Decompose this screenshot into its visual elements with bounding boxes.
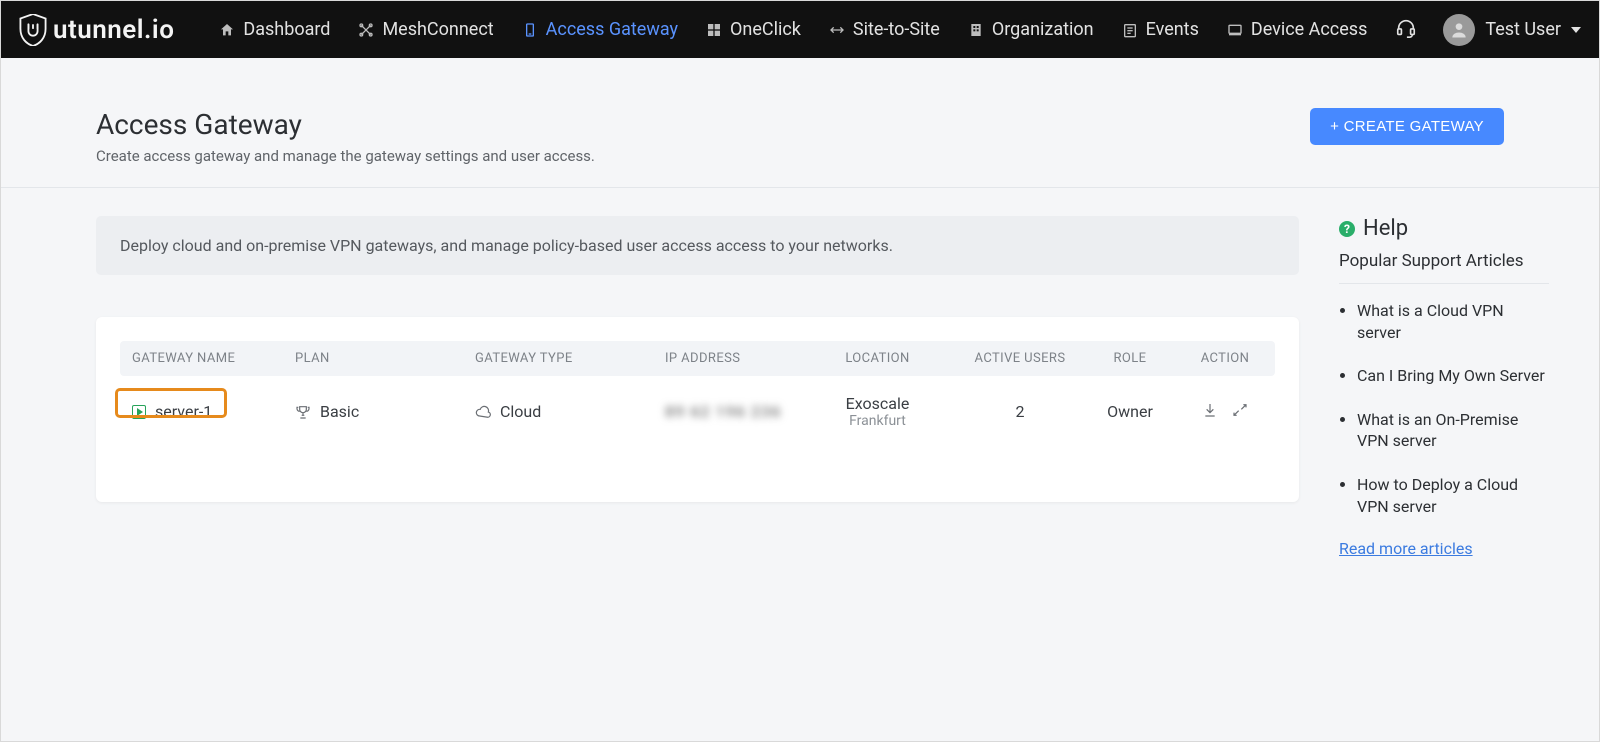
nav-device-access[interactable]: Device Access xyxy=(1227,2,1367,57)
cloud-icon xyxy=(475,404,491,420)
cell-plan: Basic xyxy=(285,402,465,421)
cell-gateway-type: Cloud xyxy=(465,402,655,421)
headset-icon[interactable] xyxy=(1395,17,1417,43)
shield-logo-icon xyxy=(19,14,47,46)
gateway-table: GATEWAY NAME PLAN GATEWAY TYPE IP ADDRES… xyxy=(96,317,1299,502)
nav-label: Access Gateway xyxy=(546,19,678,40)
th-location: LOCATION xyxy=(800,351,955,366)
nav-organization[interactable]: Organization xyxy=(968,2,1094,57)
th-plan: PLAN xyxy=(285,351,465,366)
type-text: Cloud xyxy=(500,402,541,421)
gateway-name-text: server-1 xyxy=(155,402,212,421)
gateway-icon xyxy=(522,22,538,38)
nav-label: Device Access xyxy=(1251,19,1367,40)
location-region: Frankfurt xyxy=(810,413,945,429)
read-more-link[interactable]: Read more articles xyxy=(1339,539,1473,558)
content-area: Deploy cloud and on-premise VPN gateways… xyxy=(1,188,1599,558)
page-header: Access Gateway Create access gateway and… xyxy=(1,58,1599,188)
trophy-icon xyxy=(295,404,311,420)
nav-label: OneClick xyxy=(730,19,801,40)
nav-label: Organization xyxy=(992,19,1094,40)
cell-ip-address: 89 62 196 236 xyxy=(655,402,800,421)
home-icon xyxy=(219,22,235,38)
location-provider: Exoscale xyxy=(810,394,945,413)
user-name: Test User xyxy=(1485,19,1561,40)
nav-site-to-site[interactable]: Site-to-Site xyxy=(829,2,940,57)
nav-meshconnect[interactable]: MeshConnect xyxy=(358,2,493,57)
nav-label: Events xyxy=(1146,19,1199,40)
oneclick-icon xyxy=(706,22,722,38)
user-menu[interactable]: Test User xyxy=(1443,14,1581,46)
events-icon xyxy=(1122,22,1138,38)
nav-oneclick[interactable]: OneClick xyxy=(706,2,801,57)
page-title: Access Gateway xyxy=(96,108,595,141)
caret-down-icon xyxy=(1571,27,1581,33)
help-sidebar: ? Help Popular Support Articles What is … xyxy=(1339,216,1549,558)
ip-text: 89 62 196 236 xyxy=(665,402,781,421)
sitetosite-icon xyxy=(829,22,845,38)
organization-icon xyxy=(968,22,984,38)
top-navbar: utunnel.io Dashboard MeshConnect Access … xyxy=(1,1,1599,58)
table-row[interactable]: server-1 Basic Cloud 89 62 196 236 Exosc… xyxy=(120,376,1275,447)
help-article[interactable]: How to Deploy a Cloud VPN server xyxy=(1357,474,1549,517)
table-header-row: GATEWAY NAME PLAN GATEWAY TYPE IP ADDRES… xyxy=(120,341,1275,376)
avatar-icon xyxy=(1443,14,1475,46)
topbar-right: Test User xyxy=(1395,14,1581,46)
main-column: Deploy cloud and on-premise VPN gateways… xyxy=(96,216,1299,558)
nav-label: Dashboard xyxy=(243,19,330,40)
nav-label: Site-to-Site xyxy=(853,19,940,40)
primary-nav: Dashboard MeshConnect Access Gateway One… xyxy=(219,2,1367,57)
help-header: ? Help xyxy=(1339,216,1549,241)
th-action: ACTION xyxy=(1175,351,1275,366)
help-subtitle: Popular Support Articles xyxy=(1339,251,1549,284)
mesh-icon xyxy=(358,22,374,38)
help-article[interactable]: Can I Bring My Own Server xyxy=(1357,365,1549,387)
info-banner: Deploy cloud and on-premise VPN gateways… xyxy=(96,216,1299,275)
nav-label: MeshConnect xyxy=(382,19,493,40)
help-title: Help xyxy=(1363,216,1408,241)
th-role: ROLE xyxy=(1085,351,1175,366)
plan-text: Basic xyxy=(320,402,359,421)
help-article[interactable]: What is an On-Premise VPN server xyxy=(1357,409,1549,452)
redeploy-icon[interactable] xyxy=(1232,402,1248,422)
help-article-list: What is a Cloud VPN server Can I Bring M… xyxy=(1339,300,1549,517)
help-icon: ? xyxy=(1339,221,1355,237)
th-gateway-type: GATEWAY TYPE xyxy=(465,351,655,366)
status-running-icon xyxy=(132,405,146,419)
cell-gateway-name[interactable]: server-1 xyxy=(120,402,285,421)
download-icon[interactable] xyxy=(1202,402,1218,422)
th-active-users: ACTIVE USERS xyxy=(955,351,1085,366)
th-ip-address: IP ADDRESS xyxy=(655,351,800,366)
help-article[interactable]: What is a Cloud VPN server xyxy=(1357,300,1549,343)
cell-active-users: 2 xyxy=(955,402,1085,421)
nav-access-gateway[interactable]: Access Gateway xyxy=(522,2,678,57)
create-gateway-button[interactable]: + CREATE GATEWAY xyxy=(1310,108,1504,145)
deviceaccess-icon xyxy=(1227,22,1243,38)
cell-actions xyxy=(1175,402,1275,422)
cell-location: Exoscale Frankfurt xyxy=(800,394,955,429)
page-subtitle: Create access gateway and manage the gat… xyxy=(96,147,595,165)
nav-events[interactable]: Events xyxy=(1122,2,1199,57)
nav-dashboard[interactable]: Dashboard xyxy=(219,2,330,57)
cell-role: Owner xyxy=(1085,402,1175,421)
brand-logo[interactable]: utunnel.io xyxy=(19,14,174,46)
brand-name: utunnel.io xyxy=(53,15,174,45)
th-gateway-name: GATEWAY NAME xyxy=(120,351,285,366)
